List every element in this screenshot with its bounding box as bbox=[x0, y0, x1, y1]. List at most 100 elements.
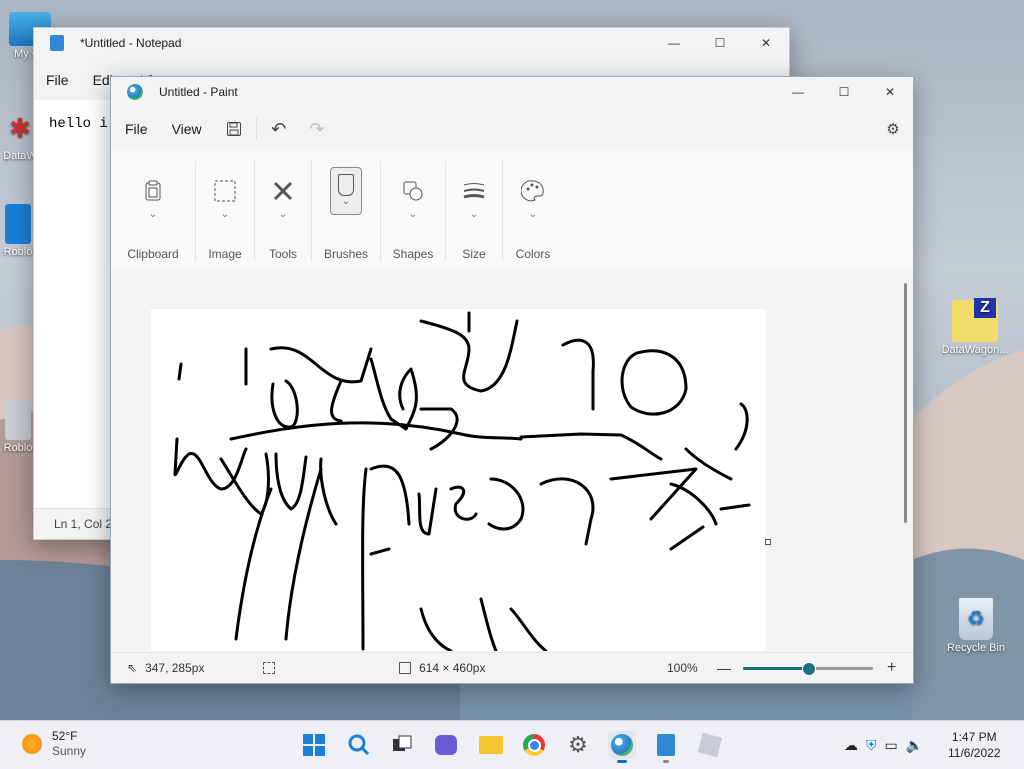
ribbon-group-tools[interactable]: ⌄ Tools bbox=[255, 161, 312, 261]
desktop-icon-label: Roblo bbox=[3, 246, 33, 258]
clipboard-icon bbox=[137, 175, 169, 207]
desktop-icon-datawagon-zip[interactable]: Z DataWagon... bbox=[936, 298, 1014, 356]
paint-window[interactable]: Untitled - Paint — ☐ ✕ File View ↶ ↷ ⚙ ⌄… bbox=[110, 76, 914, 684]
ribbon-group-image[interactable]: ⌄ Image bbox=[196, 161, 255, 261]
paint-titlebar[interactable]: Untitled - Paint — ☐ ✕ bbox=[111, 77, 913, 107]
weather-temp: 52°F bbox=[52, 729, 78, 743]
notepad-text: hello i bbox=[49, 116, 108, 132]
zoom-out-button[interactable]: — bbox=[717, 660, 731, 676]
security-icon[interactable]: ⛨ bbox=[866, 737, 877, 754]
zoom-slider-thumb[interactable] bbox=[802, 662, 816, 676]
file-explorer-icon[interactable] bbox=[477, 731, 505, 759]
cursor-icon: ⇖ bbox=[127, 661, 138, 675]
start-button[interactable] bbox=[300, 731, 328, 759]
line-size-icon bbox=[458, 175, 490, 207]
desktop-icon-roblox-2[interactable]: Roblo bbox=[0, 400, 36, 454]
undo-icon[interactable]: ↶ bbox=[265, 115, 293, 143]
ribbon-label-tools: Tools bbox=[268, 247, 297, 261]
roblox-taskbar-icon[interactable] bbox=[696, 731, 724, 759]
paint-minimize-button[interactable]: — bbox=[775, 77, 821, 107]
recycle-bin-icon: ♻ bbox=[959, 598, 993, 640]
clock-time: 1:47 PM bbox=[951, 730, 997, 744]
notepad-maximize-button[interactable]: ☐ bbox=[697, 28, 743, 58]
weather-condition: Sunny bbox=[52, 744, 87, 758]
chevron-down-icon: ⌄ bbox=[148, 209, 158, 220]
canvas-size: 614 × 460px bbox=[419, 661, 486, 675]
palette-icon bbox=[517, 175, 549, 207]
volume-icon[interactable]: 🔈 bbox=[906, 737, 923, 754]
chrome-icon[interactable] bbox=[520, 731, 548, 759]
cursor-position: 347, 285px bbox=[145, 661, 205, 675]
zoom-slider-fill bbox=[743, 667, 808, 670]
chevron-down-icon: ⌄ bbox=[341, 196, 351, 207]
ribbon-group-brushes[interactable]: ⌄ Brushes bbox=[312, 161, 381, 261]
paint-menu-view[interactable]: View bbox=[160, 121, 214, 137]
clock-date: 11/6/2022 bbox=[948, 746, 1001, 760]
notepad-title: *Untitled - Notepad bbox=[80, 36, 182, 50]
chat-icon[interactable] bbox=[432, 731, 460, 759]
account-settings-icon[interactable]: ⚙ bbox=[879, 115, 907, 143]
chevron-down-icon: ⌄ bbox=[528, 209, 538, 220]
chevron-down-icon: ⌄ bbox=[408, 209, 418, 220]
notepad-titlebar[interactable]: *Untitled - Notepad — ☐ ✕ bbox=[34, 28, 789, 58]
ribbon-label-shapes: Shapes bbox=[392, 247, 434, 261]
scribble-drawing bbox=[173, 311, 751, 651]
selection-icon bbox=[263, 662, 276, 674]
search-icon[interactable] bbox=[345, 731, 373, 759]
canvas-area[interactable] bbox=[111, 269, 913, 651]
paint-statusbar: ⇖ 347, 285px 614 × 460px 100% — + bbox=[111, 652, 913, 683]
clock[interactable]: 1:47 PM 11/6/2022 bbox=[948, 729, 1001, 761]
ribbon-label-brushes: Brushes bbox=[323, 247, 369, 261]
paint-menubar: File View ↶ ↷ ⚙ bbox=[111, 107, 913, 151]
ribbon-group-colors[interactable]: ⌄ Colors bbox=[503, 161, 563, 261]
paint-maximize-button[interactable]: ☐ bbox=[821, 77, 867, 107]
paint-ribbon: ⌄ Clipboard ⌄ Image ⌄ Tools ⌄ Brushes ⌄ … bbox=[111, 151, 913, 270]
vertical-scrollbar[interactable] bbox=[904, 283, 907, 523]
paint-taskbar-icon[interactable] bbox=[608, 731, 636, 763]
zoom-in-button[interactable]: + bbox=[887, 659, 896, 677]
brush-button[interactable]: ⌄ bbox=[330, 167, 362, 215]
task-view-icon[interactable] bbox=[388, 731, 416, 759]
ribbon-label-image: Image bbox=[208, 247, 242, 261]
save-icon[interactable] bbox=[220, 115, 248, 143]
brush-icon bbox=[338, 174, 354, 196]
ribbon-group-clipboard[interactable]: ⌄ Clipboard bbox=[111, 161, 196, 261]
paint-close-button[interactable]: ✕ bbox=[867, 77, 913, 107]
canvas-resize-handle[interactable] bbox=[765, 539, 771, 545]
paint-menu-file[interactable]: File bbox=[113, 121, 160, 137]
zip-folder-icon: Z bbox=[952, 298, 998, 342]
chevron-down-icon: ⌄ bbox=[220, 209, 230, 220]
redo-icon[interactable]: ↷ bbox=[303, 115, 331, 143]
select-rectangle-icon bbox=[209, 175, 241, 207]
onedrive-icon[interactable]: ☁ bbox=[844, 737, 858, 754]
ribbon-group-shapes[interactable]: ⌄ Shapes bbox=[381, 161, 446, 261]
desktop-icon-label: Recycle Bin bbox=[946, 642, 1006, 654]
taskbar: 52°F Sunny ⚙ ☁ ⛨ ▭ 🔈 1:47 PM 11/6/2022 bbox=[0, 720, 1024, 769]
network-icon[interactable]: ▭ bbox=[885, 737, 898, 754]
shapes-icon bbox=[397, 175, 429, 207]
canvas-size-icon bbox=[399, 662, 412, 674]
ribbon-group-size[interactable]: ⌄ Size bbox=[446, 161, 503, 261]
notepad-close-button[interactable]: ✕ bbox=[743, 28, 789, 58]
paint-app-icon bbox=[127, 84, 143, 100]
weather-widget[interactable]: 52°F Sunny bbox=[22, 729, 86, 759]
roblox-icon bbox=[5, 204, 31, 244]
tools-icon bbox=[267, 175, 299, 207]
drawing-canvas[interactable] bbox=[151, 309, 765, 651]
notepad-menu-file[interactable]: File bbox=[34, 72, 81, 88]
notepad-app-icon bbox=[50, 35, 64, 51]
ribbon-label-colors: Colors bbox=[515, 247, 551, 261]
notepad-taskbar-icon[interactable] bbox=[652, 731, 680, 763]
sun-icon bbox=[22, 734, 42, 754]
desktop-icon-roblox-1[interactable]: Roblo bbox=[0, 204, 36, 258]
zoom-level: 100% bbox=[667, 661, 698, 675]
desktop-icon-label: DataWagon... bbox=[941, 344, 1009, 356]
desktop-icon-recycle-bin[interactable]: ♻ Recycle Bin bbox=[938, 598, 1014, 654]
roblox-icon bbox=[5, 400, 31, 440]
chevron-down-icon: ⌄ bbox=[278, 209, 288, 220]
paint-title: Untitled - Paint bbox=[159, 85, 238, 99]
notepad-minimize-button[interactable]: — bbox=[651, 28, 697, 58]
system-tray: ☁ ⛨ ▭ 🔈 bbox=[844, 721, 923, 769]
settings-icon[interactable]: ⚙ bbox=[564, 731, 592, 759]
zoom-slider[interactable] bbox=[743, 662, 873, 676]
